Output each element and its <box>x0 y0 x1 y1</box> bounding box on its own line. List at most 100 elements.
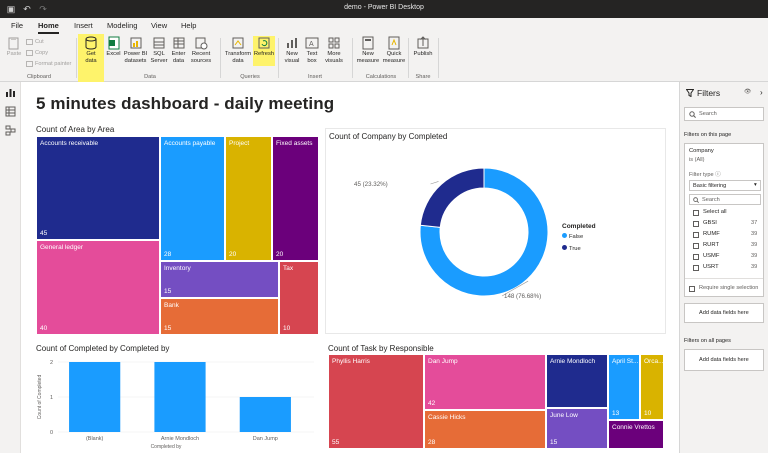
filter-icon <box>686 89 694 97</box>
eye-icon[interactable]: 👁 <box>744 89 751 95</box>
bar-blank[interactable] <box>69 362 121 432</box>
task-tile-april-st[interactable]: April St... 13 <box>608 354 640 420</box>
tab-home[interactable]: Home <box>38 21 59 34</box>
donut-legend-true[interactable]: True <box>562 245 581 252</box>
cut-icon <box>26 38 33 45</box>
copy-button[interactable]: Copy <box>26 49 48 57</box>
group-label-insert: Insert <box>308 74 322 80</box>
task-treemap[interactable]: Phyllis Harris 55 Dan Jump 42 Cassie Hic… <box>328 354 664 449</box>
more-visuals-icon <box>328 37 340 49</box>
require-single-checkbox[interactable] <box>689 286 695 292</box>
area-treemap-title: Count of Area by Area <box>36 125 115 134</box>
excel-button[interactable]: Excel <box>105 36 122 71</box>
database-icon <box>85 36 97 50</box>
publish-button[interactable]: Publish <box>412 36 434 71</box>
table-icon <box>173 37 184 49</box>
chevron-down-icon: ▾ <box>754 182 757 188</box>
company-option-count: 37 <box>751 220 758 226</box>
info-icon: ⓘ <box>715 172 721 178</box>
paste-button[interactable]: Paste <box>4 36 24 71</box>
y-tick-label: 0 <box>50 430 53 436</box>
treemap-tile-bank[interactable]: Bank 15 <box>160 298 279 335</box>
treemap-tile-general-ledger[interactable]: General ledger 40 <box>36 240 160 335</box>
tab-modeling[interactable]: Modeling <box>107 21 137 34</box>
ribbon: Paste Cut Copy Format painter Clipboard … <box>0 34 768 88</box>
dataset-icon <box>130 37 141 49</box>
report-view-icon[interactable] <box>5 87 16 98</box>
task-treemap-title: Count of Task by Responsible <box>328 344 434 353</box>
filter-field-name: Company <box>689 148 714 154</box>
treemap-tile-tax[interactable]: Tax 10 <box>279 261 319 335</box>
tab-help[interactable]: Help <box>181 21 196 34</box>
company-option-count: 39 <box>751 231 758 237</box>
company-checkbox-usrt[interactable] <box>693 265 699 271</box>
donut-chart[interactable]: 45 (23.32%) 148 (76.68%) <box>326 129 667 335</box>
treemap-tile-inventory[interactable]: Inventory 15 <box>160 261 279 298</box>
more-visuals-button[interactable]: More visuals <box>322 36 346 71</box>
tab-file[interactable]: File <box>11 21 23 34</box>
donut-legend-title: Completed <box>562 223 596 230</box>
group-label-calculations: Calculations <box>365 74 397 80</box>
brush-icon <box>26 60 33 67</box>
filter-values-search[interactable]: Search <box>689 194 761 205</box>
select-all-checkbox[interactable] <box>693 210 699 216</box>
quick-measure-icon <box>388 36 400 50</box>
page-title: 5 minutes dashboard - daily meeting <box>36 94 335 113</box>
sql-server-button[interactable]: SQL Server <box>149 36 169 71</box>
company-filter-card[interactable]: Company is (All) Filter type ⓘ Basic fil… <box>684 143 764 297</box>
task-tile-cassie-hicks[interactable]: Cassie Hicks 28 <box>424 410 546 449</box>
new-visual-button[interactable]: New visual <box>282 36 302 71</box>
task-tile-phyllis-harris[interactable]: Phyllis Harris 55 <box>328 354 424 449</box>
format-painter-button[interactable]: Format painter <box>26 60 71 68</box>
treemap-tile-project[interactable]: Project 20 <box>225 136 272 261</box>
svg-text:A: A <box>309 41 314 48</box>
task-tile-dan-jump[interactable]: Dan Jump 42 <box>424 354 546 410</box>
bar-dan-jump[interactable] <box>239 397 291 432</box>
company-checkbox-rumf[interactable] <box>693 232 699 238</box>
tab-view[interactable]: View <box>151 21 167 34</box>
treemap-tile-fixed-assets[interactable]: Fixed assets 20 <box>272 136 319 261</box>
recent-sources-button[interactable]: Recent sources <box>188 36 214 71</box>
company-checkbox-rurt[interactable] <box>693 243 699 249</box>
x-tick-label: (Blank) <box>86 436 104 442</box>
add-fields-all-dropzone[interactable]: Add data fields here <box>684 349 764 371</box>
company-donut-card[interactable]: Count of Company by Completed 45 (23.32%… <box>325 128 666 334</box>
company-option-label: RURT <box>703 242 719 248</box>
company-checkbox-gbsi[interactable] <box>693 221 699 227</box>
treemap-tile-accounts-payable[interactable]: Accounts payable 28 <box>160 136 225 261</box>
tab-insert[interactable]: Insert <box>74 21 93 34</box>
cut-button[interactable]: Cut <box>26 38 44 46</box>
bar-arnie-mondloch[interactable] <box>154 362 206 432</box>
filter-type-select[interactable]: Basic filtering ▾ <box>689 180 761 191</box>
power-bi-datasets-button[interactable]: Power BI datasets <box>123 36 148 71</box>
collapse-pane-icon[interactable]: › <box>760 88 763 97</box>
treemap-tile-accounts-receivable[interactable]: Accounts receivable 45 <box>36 136 160 240</box>
area-treemap[interactable]: Accounts receivable 45 General ledger 40… <box>36 136 319 335</box>
group-label-clipboard: Clipboard <box>27 74 51 80</box>
transform-data-button[interactable]: Transform data <box>224 36 252 71</box>
refresh-button[interactable]: Refresh <box>253 36 275 66</box>
legend-dot-true <box>562 245 567 250</box>
donut-slice-true[interactable] <box>419 167 485 228</box>
filter-condition: is (All) <box>689 157 705 163</box>
company-checkbox-usmf[interactable] <box>693 254 699 260</box>
task-tile-connie-vrettos[interactable]: Connie Vrettos <box>608 420 664 449</box>
company-option-label: USMF <box>703 253 720 259</box>
model-view-icon[interactable] <box>5 125 16 136</box>
bar-chart[interactable]: 2 1 0 Count of Completed (Blank) Arnie Mondlo… <box>36 354 319 450</box>
text-box-button[interactable]: A Text box <box>304 36 320 71</box>
quick-measure-button[interactable]: Quick measure <box>382 36 406 71</box>
task-tile-orca[interactable]: Orca... 10 <box>640 354 664 420</box>
enter-data-button[interactable]: Enter data <box>170 36 187 71</box>
group-label-share: Share <box>415 74 431 80</box>
task-tile-arnie-mondloch[interactable]: Arnie Mondloch <box>546 354 608 408</box>
data-view-icon[interactable] <box>5 106 16 117</box>
new-measure-button[interactable]: New measure <box>356 36 380 71</box>
add-fields-page-dropzone[interactable]: Add data fields here <box>684 303 764 323</box>
task-tile-june-low[interactable]: June Low 15 <box>546 408 608 449</box>
completed-bar-card[interactable]: 2 1 0 Count of Completed (Blank) Arnie Mondlo… <box>36 354 319 450</box>
filters-search-input[interactable]: Search <box>684 107 764 121</box>
x-tick-label: Dan Jump <box>253 436 278 442</box>
donut-legend-false[interactable]: False <box>562 233 583 240</box>
donut-data-label-false: 148 (76.68%) <box>504 293 541 300</box>
